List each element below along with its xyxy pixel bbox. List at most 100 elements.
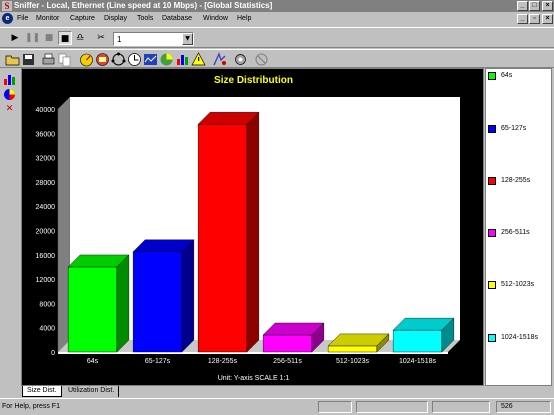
x-tick-label: 1024-1518s [399, 358, 436, 365]
copy-icon[interactable] [57, 52, 72, 67]
y-tick-label: 0 [51, 350, 55, 357]
doc-restore-button[interactable]: ▫ [529, 14, 540, 24]
x-tick-label: 256-511s [273, 358, 302, 365]
status-pane-2 [356, 401, 428, 413]
x-tick-label: 64s [87, 358, 99, 365]
tab-utilization-dist[interactable]: Utilization Dist. [64, 386, 120, 397]
chart-floor-edge [58, 352, 448, 354]
status-pane-1 [318, 401, 352, 413]
bar-65-127s [132, 251, 183, 353]
print-icon[interactable] [41, 52, 56, 67]
menu-display[interactable]: Display [104, 14, 127, 23]
bar-128-255s [197, 123, 248, 353]
matrix-icon[interactable] [111, 52, 126, 67]
y-tick-label: 4000 [39, 326, 55, 333]
menu-help[interactable]: Help [237, 14, 251, 23]
y-tick-label: 40000 [36, 107, 56, 114]
bar-chart-view-icon[interactable] [3, 73, 16, 86]
minimize-button[interactable]: _ [517, 1, 528, 11]
filter-select-value: 1 [117, 35, 122, 44]
stop-and-display-icon[interactable]: ■ [58, 31, 72, 45]
x-tick-label: 65-127s [145, 358, 171, 365]
close-button[interactable]: × [542, 1, 553, 11]
sniffer-app-icon[interactable]: S [2, 1, 12, 11]
y-tick-label: 16000 [36, 253, 56, 260]
doc-close-button[interactable]: × [542, 14, 553, 24]
maximize-button[interactable]: □ [529, 1, 540, 11]
legend-label: 512-1023s [501, 281, 535, 288]
legend-label: 128-255s [501, 177, 531, 184]
bar-512-1023s [327, 345, 378, 353]
open-folder-icon[interactable] [5, 52, 20, 67]
save-icon[interactable] [21, 52, 36, 67]
size-distribution-chart: Size Distribution 0 4000 8000 12000 16000 200… [21, 68, 484, 386]
chart-canvas: 0 4000 8000 12000 16000 20000 24000 28000 32000 3… [36, 96, 460, 365]
window-title: Sniffer - Local, Ethernet (Line speed at… [14, 1, 273, 10]
status-bar: For Help, press F1 526 [0, 398, 554, 415]
menu-monitor[interactable]: Monitor [36, 14, 59, 23]
y-tick-label: 36000 [36, 131, 56, 138]
bar-64s [67, 266, 118, 353]
expert-icon[interactable] [212, 52, 227, 67]
status-count: 526 [501, 403, 513, 410]
y-tick-label: 20000 [36, 229, 56, 236]
y-tick-label: 8000 [39, 301, 55, 308]
history-samples-icon[interactable] [143, 52, 158, 67]
y-tick-label: 32000 [36, 156, 56, 163]
y-tick-label: 12000 [36, 277, 56, 284]
legend-swatch [488, 334, 496, 342]
status-count-pane: 526 [496, 401, 551, 413]
legend-label: 256-511s [501, 229, 530, 236]
doc-minimize-button[interactable]: _ [517, 14, 528, 24]
filter-select[interactable]: 1 ▼ [113, 32, 194, 46]
bar-256-511s [262, 334, 313, 353]
bar-1024-1518s [392, 329, 443, 353]
bar-side-128-255s [246, 111, 260, 353]
bar-side-65-127s [181, 239, 195, 353]
legend-swatch [488, 229, 496, 237]
view-tabs: Size Dist. Utilization Dist. [0, 386, 554, 397]
host-table-icon[interactable] [95, 52, 110, 67]
chevron-down-icon[interactable]: ▼ [182, 33, 193, 45]
display-binoculars-icon[interactable]: ♎ [73, 31, 87, 45]
legend-label: 1024-1518s [501, 334, 538, 341]
y-axis-scale-label: Unit: Y-axis SCALE 1:1 [217, 375, 290, 382]
application-response-time-icon[interactable] [127, 52, 142, 67]
chart-legend: 64s 65-127s 128-255s 256-511s 512-1023s 1024-… [485, 68, 552, 386]
document-window-icon[interactable]: e [2, 13, 13, 24]
legend-swatch [488, 72, 496, 80]
y-tick-label: 28000 [36, 180, 56, 187]
alarm-log-icon[interactable] [191, 52, 206, 67]
bar-side-64s [116, 254, 130, 353]
x-tick-label: 128-255s [208, 358, 238, 365]
status-help-text: For Help, press F1 [2, 403, 60, 410]
legend-label: 64s [501, 72, 513, 79]
protocol-distribution-icon[interactable] [159, 52, 174, 67]
status-pane-3 [432, 401, 490, 413]
menu-window[interactable]: Window [203, 14, 228, 23]
menu-bar: e File Monitor Capture Display Tools Dat… [0, 12, 554, 25]
start-capture-icon[interactable]: ▶ [8, 31, 22, 45]
capture-toolbar: ▶ ❚❚ ■ ■ ♎ ✂ 1 ▼ [0, 27, 554, 48]
settings-icon[interactable] [233, 52, 248, 67]
legend-swatch [488, 125, 496, 133]
legend-label: 65-127s [501, 125, 527, 132]
legend-swatch [488, 281, 496, 289]
global-statistics-icon[interactable] [175, 52, 190, 67]
menu-database[interactable]: Database [162, 14, 192, 23]
menu-tools[interactable]: Tools [137, 14, 153, 23]
y-tick-label: 24000 [36, 204, 56, 211]
tab-size-dist[interactable]: Size Dist. [22, 386, 62, 397]
x-tick-label: 512-1023s [336, 358, 370, 365]
reset-icon[interactable] [254, 52, 269, 67]
pause-capture-icon[interactable]: ❚❚ [25, 31, 40, 45]
menu-file[interactable]: File [17, 14, 28, 23]
pie-chart-view-icon[interactable] [3, 88, 16, 101]
menu-capture[interactable]: Capture [70, 14, 95, 23]
title-bar: S Sniffer - Local, Ethernet (Line speed … [0, 0, 554, 12]
legend-swatch [488, 177, 496, 185]
dashboard-icon[interactable] [79, 52, 94, 67]
stop-capture-icon[interactable]: ■ [42, 31, 56, 45]
define-filter-icon[interactable]: ✂ [94, 31, 108, 45]
close-view-icon[interactable]: ✕ [3, 103, 16, 116]
